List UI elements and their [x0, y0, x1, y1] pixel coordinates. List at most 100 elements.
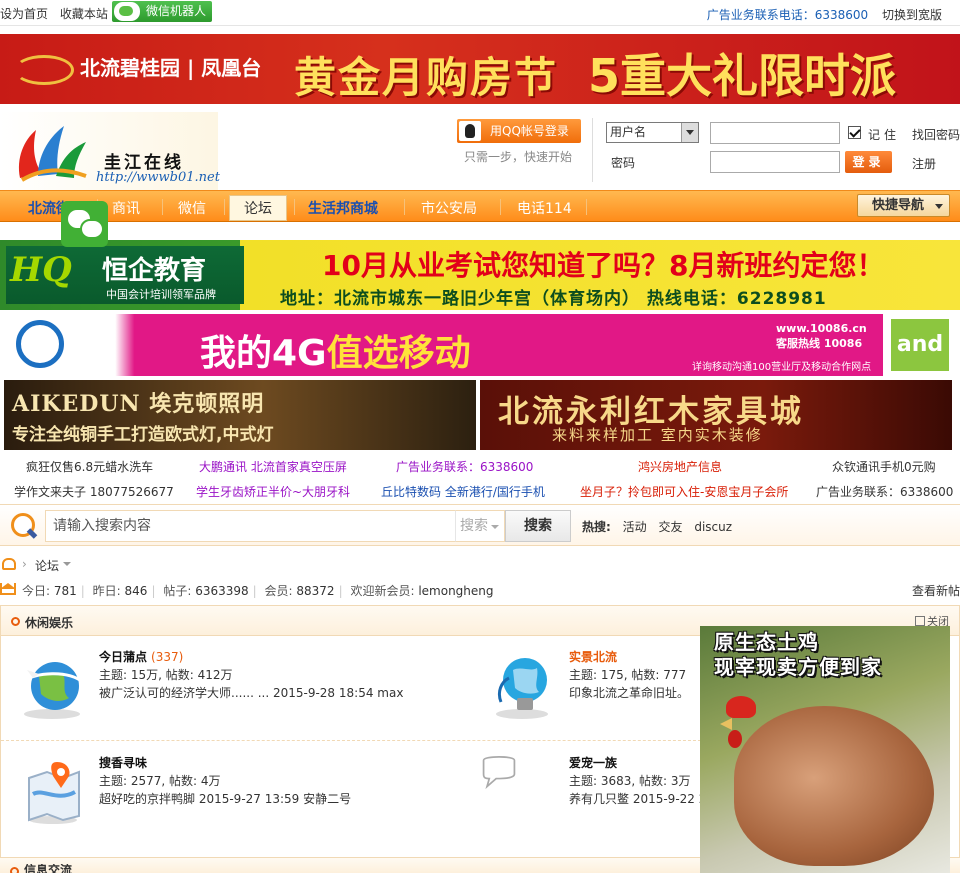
- text-link[interactable]: 坐月子？拎包即可入住-安恩宝月子会所: [580, 483, 788, 500]
- mobile-tip: 详询移动沟通100营业厅及移动合作网点: [692, 362, 872, 373]
- text-link[interactable]: 大鹏通讯 北流首家真空压屏: [199, 458, 347, 475]
- wechat-robot-button[interactable]: 微信机器人: [112, 1, 212, 22]
- nav-item-wechat[interactable]: 微信: [178, 198, 206, 218]
- property-banner[interactable]: 北流碧桂园 | 凤凰台 黄金月购房节 5重大礼限时派: [0, 34, 960, 104]
- chevron-down-icon[interactable]: [63, 562, 71, 570]
- forum-stats: 主题: 2577, 帖数: 4万: [99, 774, 221, 788]
- text-link[interactable]: 广告业务联系：6338600: [396, 458, 533, 475]
- latest-posts-link[interactable]: 查看新帖: [912, 582, 960, 599]
- site-url: http://wwwb01.net: [96, 170, 220, 185]
- forum-last-post[interactable]: 被广泛认可的经济学大师...... ... 2015-9-28 18:54 ma…: [99, 684, 403, 701]
- education-brand: 恒企教育: [102, 256, 207, 286]
- text-link[interactable]: 疯狂仅售6.8元蜡水洗车: [26, 458, 153, 475]
- quick-nav-button[interactable]: 快捷导航: [857, 194, 950, 217]
- nav-divider: [500, 199, 501, 215]
- password-input[interactable]: [710, 151, 840, 173]
- mobile-banner[interactable]: 我的4G值选移动 www.10086.cn 客服热线 10086 详询移动沟通1…: [0, 314, 960, 376]
- forum-item: 今日蒲点 (337) 主题: 15万, 帖数: 412万 被广泛认可的经济学大师.…: [1, 636, 461, 732]
- header: 圭江在线 http://wwwb01.net 用QQ帐号登录 只需一步，快速开始…: [0, 104, 960, 190]
- property-headline-2: 5重大礼限时派: [588, 49, 897, 103]
- chicken-body: [734, 706, 934, 866]
- wechat-icon: [114, 2, 140, 21]
- category-title[interactable]: 休闲娱乐: [25, 614, 73, 631]
- login-type-select[interactable]: 用户名: [606, 122, 699, 143]
- top-bar: 设为首页 收藏本站 微信机器人 广告业务联系电话：6338600 切换到宽版: [0, 0, 960, 26]
- breadcrumb-separator: ›: [22, 557, 27, 571]
- username-input[interactable]: [710, 122, 840, 144]
- lighting-slogan: 专注全纯铜手工打造欧式灯,中式灯: [12, 425, 274, 445]
- wide-mode-link[interactable]: 切换到宽版: [882, 8, 942, 22]
- site-logo-icon: [18, 126, 87, 182]
- bullet-icon: [10, 867, 19, 873]
- search-button[interactable]: 搜索: [505, 510, 571, 542]
- bookmark-link[interactable]: 收藏本站: [60, 7, 108, 21]
- search-type-select[interactable]: 搜索: [455, 510, 505, 542]
- forum-name[interactable]: 搜香寻味: [99, 754, 151, 771]
- password-label: 密码: [611, 156, 636, 170]
- education-address: 地址：北流市城东一路旧少年宫（体育场内） 热线电话：6228981: [280, 289, 827, 309]
- property-logo: 北流碧桂园 | 凤凰台: [14, 52, 261, 85]
- text-link[interactable]: 学生牙齿矫正半价~大朋牙科: [196, 483, 350, 500]
- hot-search-term[interactable]: discuz: [694, 520, 732, 534]
- register-link[interactable]: 注册: [912, 155, 936, 172]
- login-button[interactable]: 登录: [845, 151, 892, 173]
- newest-member-link[interactable]: lemongheng: [418, 584, 493, 598]
- main-nav: 北流街 商讯 微信 论坛 生活邦商城 市公安局 电话114 快捷导航: [0, 190, 960, 222]
- stat-yesterday: 846: [124, 584, 148, 598]
- lightbulb-globe-icon: [496, 658, 548, 719]
- forum-name[interactable]: 实景北流: [569, 648, 621, 665]
- remember-checkbox[interactable]: [848, 126, 861, 139]
- nav-divider: [162, 199, 163, 215]
- forum-last-post[interactable]: 印象北流之革命旧址。: [569, 684, 689, 701]
- forgot-password-link[interactable]: 找回密码: [912, 126, 960, 143]
- lighting-banner[interactable]: AIKEDUN 埃克顿照明 专注全纯铜手工打造欧式灯,中式灯: [4, 380, 476, 450]
- bullet-icon: [11, 617, 20, 626]
- forum-stats: 主题: 15万, 帖数: 412万: [99, 668, 233, 682]
- china-mobile-logo-icon: [16, 320, 64, 368]
- breadcrumb-current[interactable]: 论坛: [35, 557, 59, 574]
- forum-stats: 主题: 175, 帖数: 777: [569, 668, 687, 682]
- stat-today: 781: [53, 584, 77, 598]
- text-link[interactable]: 众钦通讯手机0元购: [832, 458, 936, 475]
- mobile-hotline: 客服热线 10086: [776, 337, 863, 350]
- nav-item-news[interactable]: 商讯: [112, 198, 140, 218]
- qq-login-button[interactable]: 用QQ帐号登录: [457, 119, 581, 143]
- text-link[interactable]: 广告业务联系：6338600: [816, 483, 953, 500]
- hot-search-term[interactable]: 活动: [623, 520, 647, 534]
- education-banner[interactable]: HQ 恒企教育 中国会计培训领军品牌 10月从业考试您知道了吗？8月新班约定您！…: [0, 240, 960, 310]
- ad-phone-link[interactable]: 广告业务联系电话：6338600: [707, 8, 868, 22]
- nav-item-phone114[interactable]: 电话114: [517, 198, 572, 218]
- login-type-value: 用户名: [610, 125, 647, 139]
- hot-search-label: 热搜:: [582, 520, 611, 534]
- page: 设为首页 收藏本站 微信机器人 广告业务联系电话：6338600 切换到宽版 北…: [0, 0, 960, 873]
- nav-item-forum[interactable]: 论坛: [229, 195, 287, 221]
- speech-bubble-icon: [482, 756, 516, 790]
- search-input[interactable]: 请输入搜索内容: [45, 510, 455, 542]
- text-link[interactable]: 丘比特数码 全新港行/国行手机: [381, 483, 545, 500]
- chicken-float-ad[interactable]: 原生态土鸡 现宰现卖方便到家: [700, 626, 950, 873]
- text-link[interactable]: 学作文来夫子 18077526677: [14, 483, 174, 500]
- site-logo[interactable]: 圭江在线 http://wwwb01.net: [0, 112, 220, 190]
- nav-item-mall[interactable]: 生活邦商城: [308, 198, 378, 218]
- top-links: 设为首页 收藏本站: [0, 5, 116, 22]
- category-title[interactable]: 信息交流: [24, 864, 72, 873]
- set-home-link[interactable]: 设为首页: [0, 7, 48, 21]
- text-link[interactable]: 鸿兴房地产信息: [638, 458, 722, 475]
- nav-item-police[interactable]: 市公安局: [421, 198, 477, 218]
- forum-name[interactable]: 今日蒲点 (337): [99, 648, 183, 665]
- forum-stats: 主题: 3683, 帖数: 3万: [569, 774, 691, 788]
- wechat-float-icon[interactable]: [61, 201, 108, 247]
- forum-name[interactable]: 爱宠一族: [569, 754, 621, 771]
- education-headline: 10月从业考试您知道了吗？8月新班约定您！: [322, 249, 885, 282]
- and-brand-logo: and: [888, 316, 952, 374]
- top-right: 广告业务联系电话：6338600 切换到宽版: [707, 6, 942, 23]
- hot-search-term[interactable]: 交友: [658, 520, 682, 534]
- forum-today-count: (337): [151, 650, 184, 664]
- furniture-banner[interactable]: 北流永利红木家具城 来料来样加工 室内实木装修: [480, 380, 952, 450]
- education-logo: HQ 恒企教育 中国会计培训领军品牌: [6, 246, 244, 304]
- chicken-wattle: [728, 730, 742, 748]
- chicken-ad-text: 原生态土鸡 现宰现卖方便到家: [714, 630, 882, 679]
- mobile-site: www.10086.cn: [776, 322, 867, 335]
- forum-last-post[interactable]: 超好吃的京拌鸭脚 2015-9-27 13:59 安静二号: [99, 790, 351, 807]
- home-icon[interactable]: [2, 558, 16, 570]
